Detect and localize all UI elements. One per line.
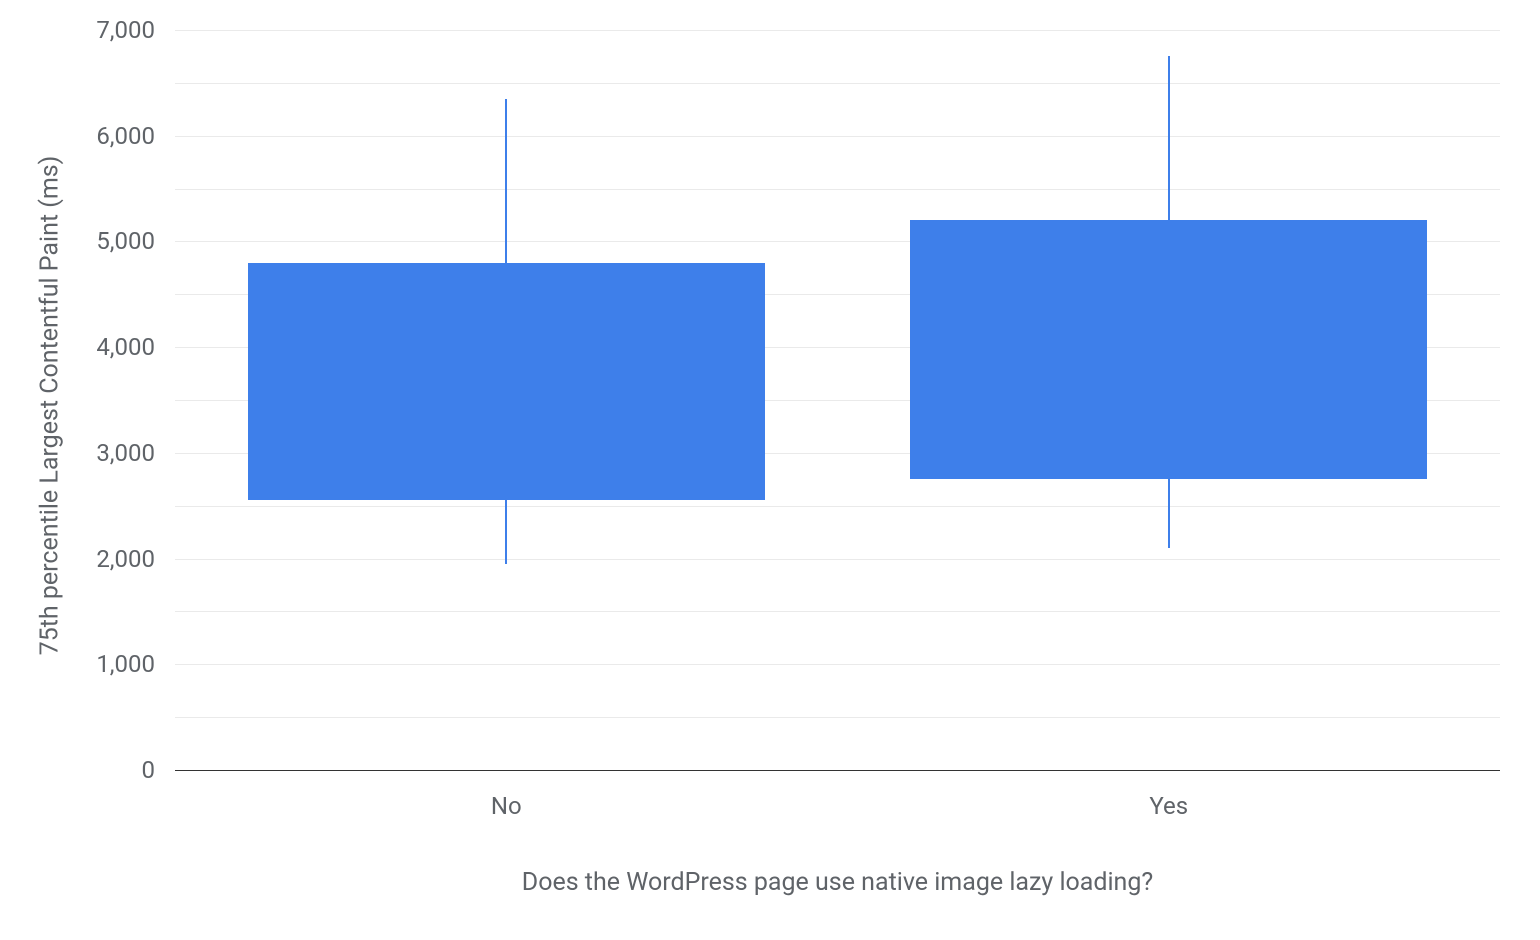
y-tick-label: 6,000: [96, 122, 175, 150]
chart-container: 75th percentile Largest Contentful Paint…: [0, 0, 1540, 940]
gridline-major: [175, 664, 1500, 665]
y-tick-label: 4,000: [96, 333, 175, 361]
gridline-minor: [175, 506, 1500, 507]
y-tick-label: 0: [142, 756, 176, 784]
whisker-lower: [505, 500, 507, 563]
x-axis-line: [175, 770, 1500, 772]
whisker-lower: [1168, 479, 1170, 548]
y-tick-label: 7,000: [96, 16, 175, 44]
x-axis-title: Does the WordPress page use native image…: [175, 868, 1500, 897]
y-tick-label: 1,000: [96, 650, 175, 678]
gridline-minor: [175, 717, 1500, 718]
y-axis-title: 75th percentile Largest Contentful Paint…: [36, 155, 65, 655]
y-tick-label: 3,000: [96, 439, 175, 467]
gridline-minor: [175, 189, 1500, 190]
box: [248, 263, 765, 501]
box: [910, 220, 1427, 479]
whisker-upper: [1168, 56, 1170, 220]
y-tick-label: 5,000: [96, 227, 175, 255]
whisker-upper: [505, 99, 507, 263]
y-axis-title-wrap: 75th percentile Largest Contentful Paint…: [30, 0, 70, 810]
gridline-minor: [175, 611, 1500, 612]
x-tick-label: No: [491, 770, 522, 820]
gridline-minor: [175, 83, 1500, 84]
y-tick-label: 2,000: [96, 545, 175, 573]
gridline-major: [175, 559, 1500, 560]
gridline-major: [175, 30, 1500, 31]
gridline-major: [175, 136, 1500, 137]
x-tick-label: Yes: [1149, 770, 1188, 820]
plot-area: 01,0002,0003,0004,0005,0006,0007,000NoYe…: [175, 30, 1500, 770]
